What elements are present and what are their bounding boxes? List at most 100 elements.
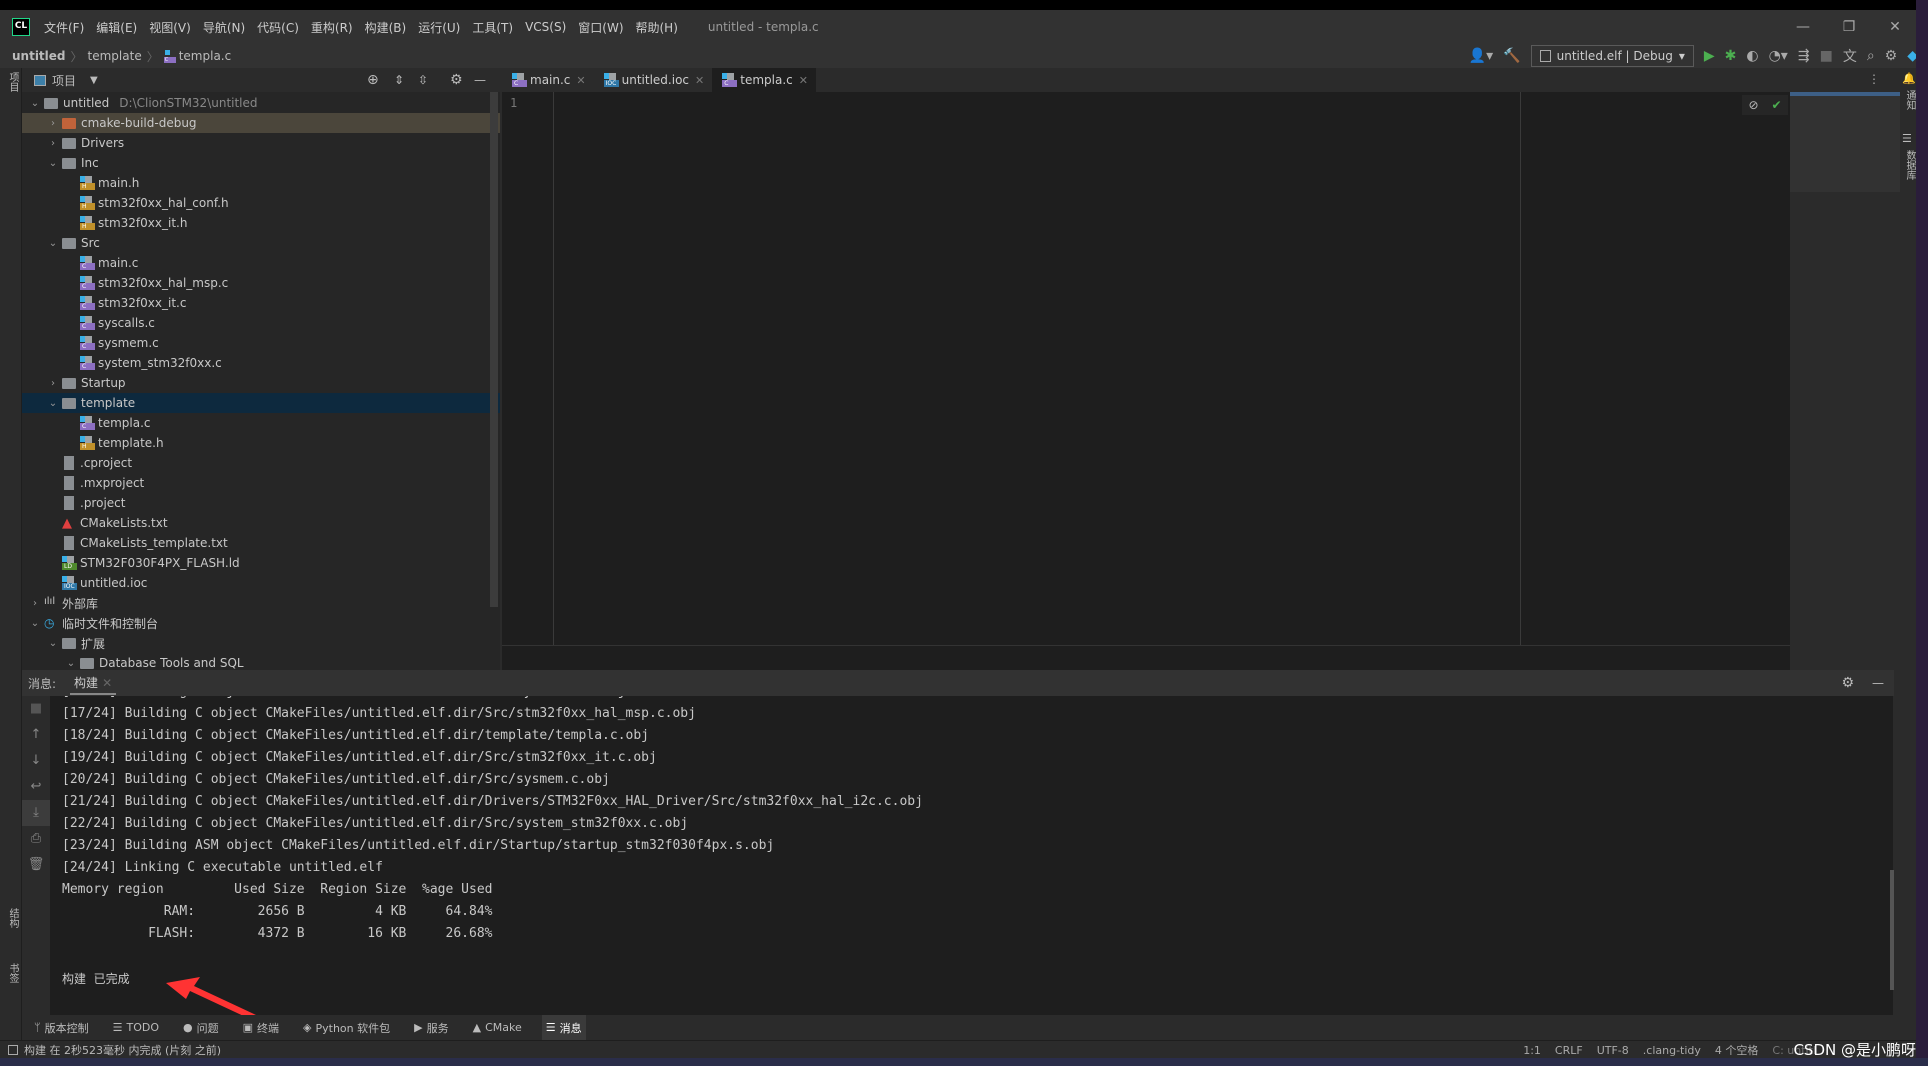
chevron-down-icon[interactable]: ⌄ xyxy=(64,658,78,669)
notifications-tool-button[interactable]: 通知 xyxy=(1902,90,1917,110)
caret-position[interactable]: 1:1 xyxy=(1523,1044,1541,1057)
build-tab[interactable]: 构建 ✕ xyxy=(70,672,117,695)
tree-item[interactable]: Hstm32f0xx_hal_conf.h xyxy=(22,193,500,213)
tree-item[interactable]: Cstm32f0xx_it.c xyxy=(22,293,500,313)
tool-tab-cmake[interactable]: ▲ CMake xyxy=(469,1015,526,1040)
breadcrumb-file[interactable]: templa.c xyxy=(179,49,232,63)
linter-status[interactable]: .clang-tidy xyxy=(1643,1044,1701,1057)
hide-panel-icon[interactable]: — xyxy=(1872,676,1884,690)
database-tool-button[interactable]: 数据库 xyxy=(1902,150,1917,180)
tree-item[interactable]: ⌄ untitled D:\ClionSTM32\untitled xyxy=(22,93,500,113)
close-icon[interactable]: ✕ xyxy=(102,676,112,690)
tree-item[interactable]: Hmain.h xyxy=(22,173,500,193)
code-editor[interactable] xyxy=(502,92,1790,645)
check-icon[interactable]: ✔ xyxy=(1771,98,1781,112)
tool-tab-python-packages[interactable]: ◈ Python 软件包 xyxy=(299,1015,394,1040)
chevron-right-icon[interactable]: › xyxy=(46,118,60,129)
chevron-down-icon[interactable]: ⌄ xyxy=(28,98,42,109)
run-icon[interactable]: ▶ xyxy=(1704,48,1715,64)
tool-tab-vcs[interactable]: ᛘ 版本控制 xyxy=(30,1015,93,1040)
tool-tab-list[interactable]: ☰ TODO xyxy=(109,1015,163,1040)
tree-item[interactable]: LD STM32F030F4PX_FLASH.ld xyxy=(22,553,500,573)
menu-window[interactable]: 窗口(W) xyxy=(578,19,623,36)
debug-bug-icon[interactable]: ✱ xyxy=(1725,48,1737,64)
tree-item[interactable]: Ctempla.c xyxy=(22,413,500,433)
build-hammer-icon[interactable]: 🔨 xyxy=(1503,48,1520,64)
gear-icon[interactable]: ⚙ xyxy=(450,72,463,88)
project-view-select[interactable]: 项目 xyxy=(52,72,76,89)
minimize-button[interactable]: — xyxy=(1780,10,1826,44)
reader-mode-icon[interactable]: ⊘ xyxy=(1748,98,1758,112)
restore-button[interactable]: ❐ xyxy=(1826,10,1872,44)
breadcrumb-folder[interactable]: template xyxy=(88,49,142,63)
tree-item[interactable]: Cstm32f0xx_hal_msp.c xyxy=(22,273,500,293)
chevron-right-icon[interactable]: › xyxy=(46,378,60,389)
structure-tool-button[interactable]: 结构 xyxy=(5,908,20,928)
tool-tab-terminal[interactable]: ▣ 终端 xyxy=(239,1015,283,1040)
file-encoding[interactable]: UTF-8 xyxy=(1597,1044,1629,1057)
tree-item[interactable]: ⌄ 扩展 xyxy=(22,633,500,653)
tree-item[interactable]: ⌄ ◷ 临时文件和控制台 xyxy=(22,613,500,633)
inspection-widget[interactable]: ⊘ ✔ xyxy=(1742,95,1788,115)
menu-edit[interactable]: 编辑(E) xyxy=(96,19,137,36)
tree-item[interactable]: ▲ CMakeLists.txt xyxy=(22,513,500,533)
tool-tab-services[interactable]: ▶ 服务 xyxy=(410,1015,452,1040)
tree-item[interactable]: ⌄ Inc xyxy=(22,153,500,173)
tab-untitled-ioc[interactable]: IOC untitled.ioc ✕ xyxy=(594,68,713,92)
close-icon[interactable]: ✕ xyxy=(576,74,585,87)
tree-item[interactable]: .mxproject xyxy=(22,473,500,493)
locate-icon[interactable]: ⊕ xyxy=(367,72,379,88)
chevron-down-icon[interactable]: ⌄ xyxy=(46,238,60,249)
menu-vcs[interactable]: VCS(S) xyxy=(525,20,566,34)
chevron-down-icon[interactable]: ⌄ xyxy=(28,618,42,629)
collapse-all-icon[interactable]: ⇳ xyxy=(418,73,428,87)
gear-icon[interactable]: ⚙ xyxy=(1885,48,1898,64)
tree-item[interactable]: › cmake-build-debug xyxy=(22,113,500,133)
more-options-icon[interactable]: ⋮ xyxy=(1868,72,1880,86)
breadcrumb-project[interactable]: untitled xyxy=(12,49,66,63)
tree-item[interactable]: CMakeLists_template.txt xyxy=(22,533,500,553)
user-icon[interactable]: 👤▾ xyxy=(1469,48,1493,64)
build-console-output[interactable]: [16/24] Building C object CMakeFiles/unt… xyxy=(50,696,1893,1015)
status-toggle-icon[interactable] xyxy=(8,1044,18,1055)
stop-icon[interactable]: ■ xyxy=(22,696,50,722)
tree-item[interactable]: Csyscalls.c xyxy=(22,313,500,333)
close-button[interactable]: ✕ xyxy=(1872,10,1918,44)
tool-tab-messages[interactable]: ☰ 消息 xyxy=(541,1015,586,1040)
tree-item[interactable]: › ılıl 外部库 xyxy=(22,593,500,613)
chevron-down-icon[interactable]: ⌄ xyxy=(46,158,60,169)
chevron-right-icon[interactable]: › xyxy=(28,598,42,609)
tree-item[interactable]: Cmain.c xyxy=(22,253,500,273)
menu-refactor[interactable]: 重构(R) xyxy=(311,19,353,36)
scroll-to-end-icon[interactable]: ⤓ xyxy=(22,800,50,826)
bell-icon[interactable]: 🔔 xyxy=(1902,72,1916,85)
tree-item[interactable]: ⌄ Database Tools and SQL xyxy=(22,653,500,670)
console-scrollbar[interactable] xyxy=(1890,870,1894,990)
tree-item[interactable]: .project xyxy=(22,493,500,513)
menu-help[interactable]: 帮助(H) xyxy=(636,19,678,36)
soft-wrap-icon[interactable]: ↩ xyxy=(22,774,50,800)
tool-tab-problems[interactable]: ● 问题 xyxy=(179,1015,223,1040)
tree-scrollbar[interactable] xyxy=(490,92,498,607)
tree-item[interactable]: ⌄ template xyxy=(22,393,500,413)
hide-icon[interactable]: — xyxy=(474,73,486,87)
print-icon[interactable]: ⎙ xyxy=(22,826,50,852)
line-separator[interactable]: CRLF xyxy=(1555,1044,1583,1057)
attach-icon[interactable]: ⇶ xyxy=(1798,48,1810,64)
menu-run[interactable]: 运行(U) xyxy=(418,19,460,36)
indent-setting[interactable]: 4 个空格 xyxy=(1715,1042,1759,1058)
close-icon[interactable]: ✕ xyxy=(799,74,808,87)
menu-build[interactable]: 构建(B) xyxy=(365,19,407,36)
project-tool-button[interactable]: 项目 xyxy=(5,72,20,92)
tree-item[interactable]: IOC untitled.ioc xyxy=(22,573,500,593)
menu-view[interactable]: 视图(V) xyxy=(149,19,191,36)
status-message[interactable]: 构建 在 2秒523毫秒 内完成 (片刻 之前) xyxy=(24,1042,221,1058)
tree-item[interactable]: › Drivers xyxy=(22,133,500,153)
menu-navigate[interactable]: 导航(N) xyxy=(203,19,245,36)
stop-icon[interactable]: ■ xyxy=(1820,48,1833,64)
arrow-up-icon[interactable]: ↑ xyxy=(22,722,50,748)
menu-code[interactable]: 代码(C) xyxy=(257,19,299,36)
run-configuration-select[interactable]: untitled.elf | Debug ▾ xyxy=(1530,45,1694,67)
bookmarks-tool-button[interactable]: 书签 xyxy=(5,963,20,983)
tab-main-c[interactable]: Cmain.c ✕ xyxy=(502,68,594,92)
